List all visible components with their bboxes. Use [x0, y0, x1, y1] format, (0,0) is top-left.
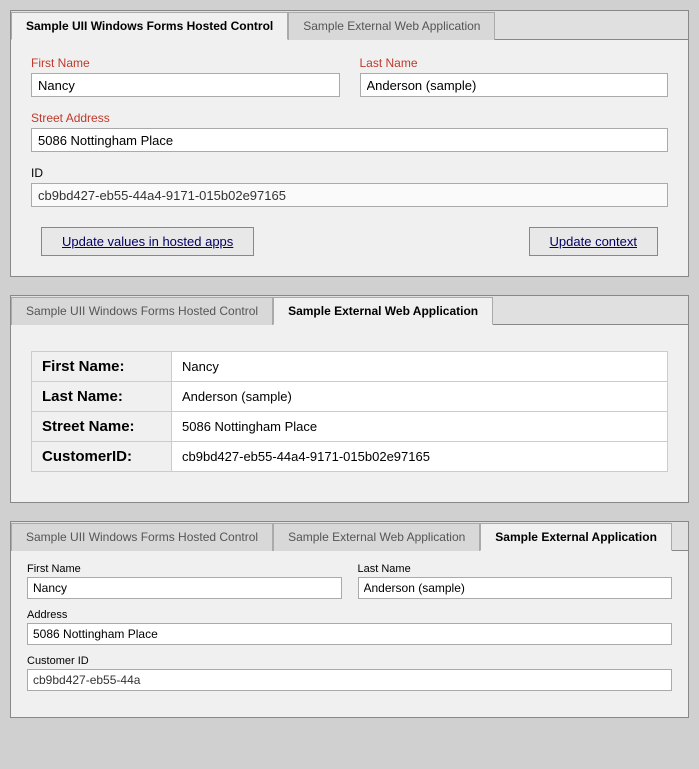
row3-value: 5086 Nottingham Place	[172, 412, 668, 442]
panel3-customerid-label: Customer ID	[27, 655, 672, 667]
panel-2: Sample UII Windows Forms Hosted Control …	[10, 295, 689, 503]
panel2-tab-web-app[interactable]: Sample External Web Application	[273, 297, 493, 325]
panel1-tab-web-app[interactable]: Sample External Web Application	[288, 12, 495, 40]
panel1-id-group: ID	[31, 166, 668, 207]
panel3-customerid-group: Customer ID	[27, 655, 672, 691]
panel3-address-input[interactable]	[27, 623, 672, 645]
panel3-last-name-group: Last Name	[358, 563, 673, 599]
row1-label: First Name:	[32, 352, 172, 382]
panel1-first-name-label: First Name	[31, 56, 340, 70]
panel2-content: First Name: Nancy Last Name: Anderson (s…	[11, 325, 688, 502]
panel3-first-name-input[interactable]	[27, 577, 342, 599]
row1-value: Nancy	[172, 352, 668, 382]
table-row: Last Name: Anderson (sample)	[32, 382, 668, 412]
panel2-tab-bar: Sample UII Windows Forms Hosted Control …	[11, 296, 688, 325]
panel1-first-name-input[interactable]	[31, 73, 340, 97]
panel3-last-name-label: Last Name	[358, 563, 673, 575]
panel3-last-name-input[interactable]	[358, 577, 673, 599]
panel3-name-row: First Name Last Name	[27, 563, 672, 599]
panel-3: Sample UII Windows Forms Hosted Control …	[10, 521, 689, 718]
row2-value: Anderson (sample)	[172, 382, 668, 412]
panel1-button-row: Update values in hosted apps Update cont…	[31, 227, 668, 256]
panel1-name-row: First Name Last Name	[31, 56, 668, 97]
panel1-content: First Name Last Name Street Address ID U…	[11, 40, 688, 276]
panel3-tab-external-app[interactable]: Sample External Application	[480, 523, 672, 551]
panel1-tab-windows-forms[interactable]: Sample UII Windows Forms Hosted Control	[11, 12, 288, 40]
panel3-first-name-group: First Name	[27, 563, 342, 599]
panel1-id-row: ID	[31, 166, 668, 207]
update-context-button[interactable]: Update context	[529, 227, 658, 256]
panel1-street-label: Street Address	[31, 111, 668, 125]
row2-label: Last Name:	[32, 382, 172, 412]
table-row: CustomerID: cb9bd427-eb55-44a4-9171-015b…	[32, 442, 668, 472]
row4-value: cb9bd427-eb55-44a4-9171-015b02e97165	[172, 442, 668, 472]
panel1-first-name-group: First Name	[31, 56, 340, 97]
panel1-address-row: Street Address	[31, 111, 668, 152]
panel1-last-name-label: Last Name	[360, 56, 669, 70]
panel3-content: First Name Last Name Address Customer ID	[11, 551, 688, 717]
panel3-address-group: Address	[27, 609, 672, 645]
table-row: First Name: Nancy	[32, 352, 668, 382]
panel3-tab-web-app[interactable]: Sample External Web Application	[273, 523, 480, 551]
table-row: Street Name: 5086 Nottingham Place	[32, 412, 668, 442]
panel1-last-name-group: Last Name	[360, 56, 669, 97]
update-hosted-apps-button[interactable]: Update values in hosted apps	[41, 227, 254, 256]
panel3-address-label: Address	[27, 609, 672, 621]
panel3-customerid-row: Customer ID	[27, 655, 672, 691]
panel3-customerid-input[interactable]	[27, 669, 672, 691]
panel-1: Sample UII Windows Forms Hosted Control …	[10, 10, 689, 277]
panel1-street-group: Street Address	[31, 111, 668, 152]
row4-label: CustomerID:	[32, 442, 172, 472]
panel1-last-name-input[interactable]	[360, 73, 669, 97]
panel1-id-input[interactable]	[31, 183, 668, 207]
panel3-address-row: Address	[27, 609, 672, 645]
panel1-tab-bar: Sample UII Windows Forms Hosted Control …	[11, 11, 688, 40]
panel3-tab-windows-forms[interactable]: Sample UII Windows Forms Hosted Control	[11, 523, 273, 551]
panel2-data-table: First Name: Nancy Last Name: Anderson (s…	[31, 351, 668, 472]
panel1-id-label: ID	[31, 166, 668, 180]
row3-label: Street Name:	[32, 412, 172, 442]
panel3-first-name-label: First Name	[27, 563, 342, 575]
panel3-tab-bar: Sample UII Windows Forms Hosted Control …	[11, 522, 688, 551]
panel2-tab-windows-forms[interactable]: Sample UII Windows Forms Hosted Control	[11, 297, 273, 325]
panel1-street-input[interactable]	[31, 128, 668, 152]
